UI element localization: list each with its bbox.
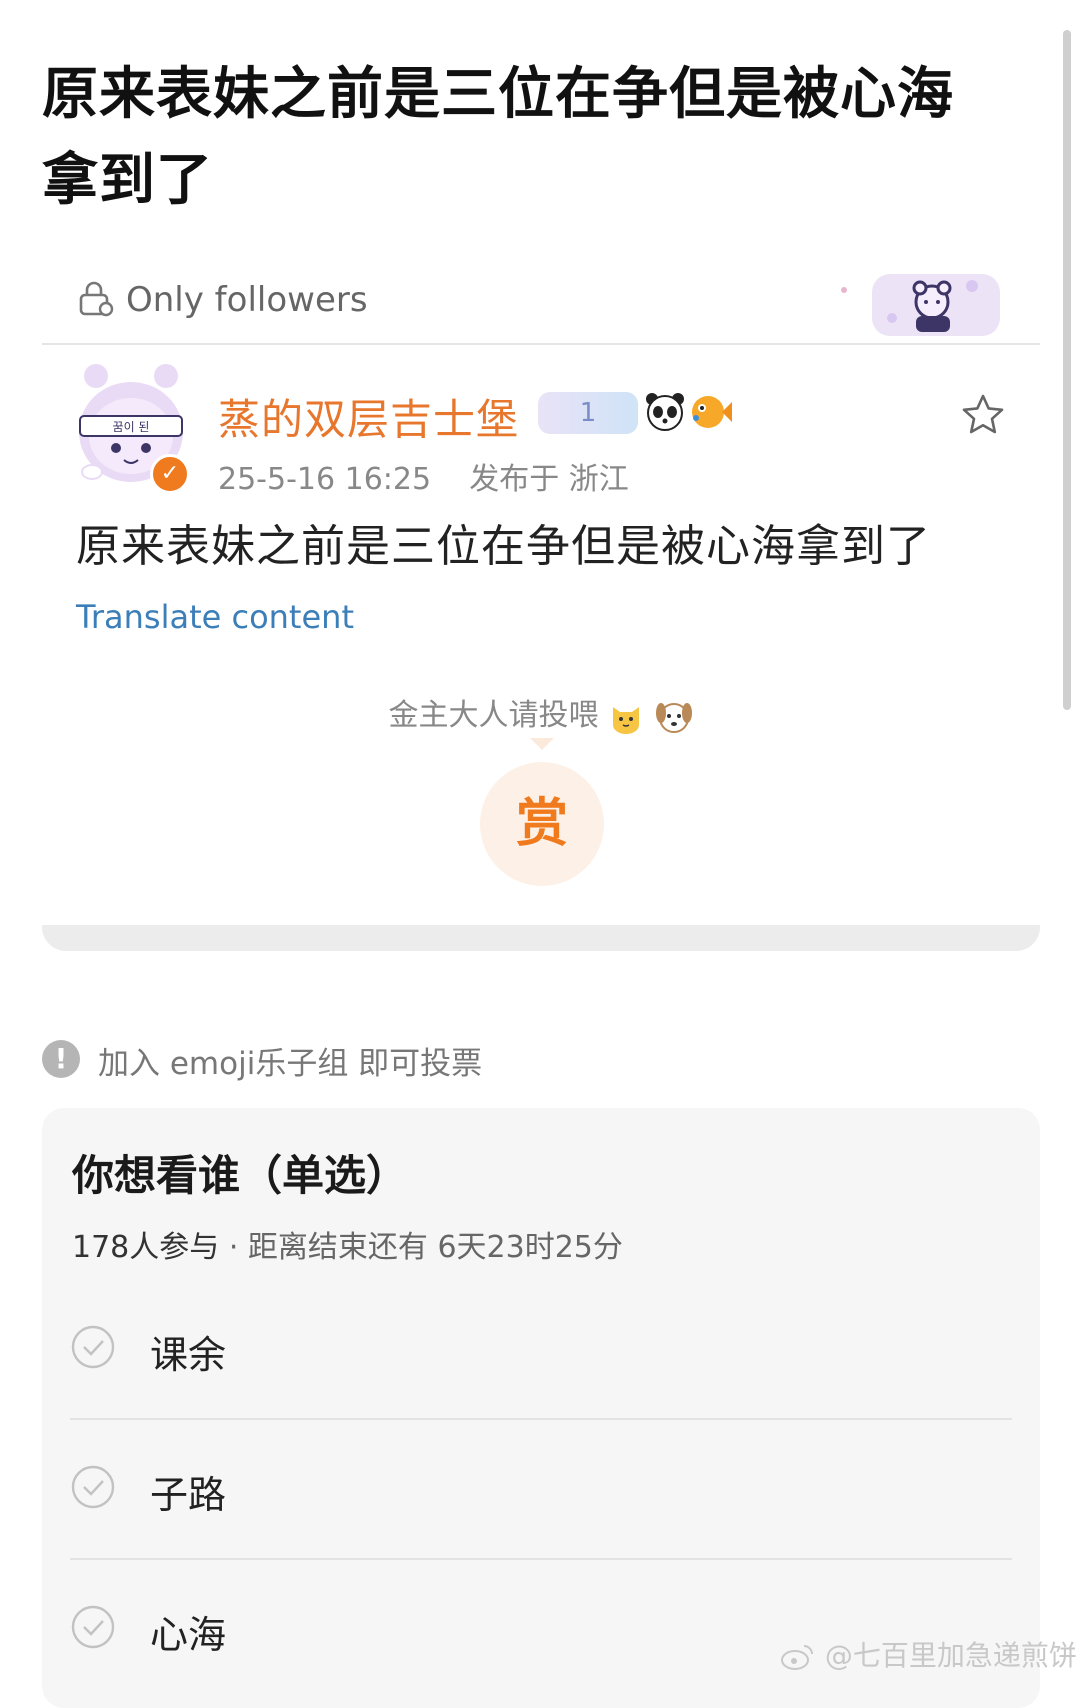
- reward-tip-text: 金主大人请投喂: [388, 698, 599, 733]
- poll-title: 你想看谁（单选）: [72, 1151, 409, 1200]
- poll-meta-separator: ·: [228, 1230, 239, 1265]
- poll-option-label: 心海: [150, 1613, 227, 1657]
- poll-option[interactable]: 子路: [70, 1420, 1012, 1560]
- reward-button[interactable]: 赏: [480, 762, 604, 886]
- weibo-logo-icon: [781, 1645, 813, 1670]
- bear-sticker-icon: [841, 274, 1000, 336]
- visibility-label: Only followers: [126, 280, 368, 320]
- poll-card: 你想看谁（单选） 178人参与 · 距离结束还有 6天23时25分 课余 子路 …: [42, 1108, 1040, 1708]
- watermark-text: @七百里加急递煎饼: [824, 1639, 1077, 1672]
- post-location: 发布于 浙江: [469, 462, 629, 497]
- exclamation-icon: !: [42, 1040, 80, 1078]
- poll-option-label: 子路: [150, 1473, 227, 1517]
- avatar-caption: 꿈이 된: [113, 420, 150, 434]
- vote-notice-text: 加入 emoji乐子组 即可投票: [98, 1046, 483, 1082]
- fan-badge[interactable]: 1: [538, 392, 638, 434]
- post-body: 原来表妹之前是三位在争但是被心海拿到了: [76, 521, 931, 572]
- dog-face-icon: [655, 702, 692, 733]
- poll-participants: 178人参与: [72, 1230, 220, 1265]
- watermark: @七百里加急递煎饼: [780, 1634, 1077, 1674]
- reward-pointer: [530, 738, 554, 750]
- translate-link[interactable]: Translate content: [76, 598, 354, 636]
- blowfish-icon: [692, 396, 732, 428]
- poll-option[interactable]: 课余: [70, 1280, 1012, 1420]
- poll-option[interactable]: 心海: [70, 1560, 1012, 1698]
- post-meta: 25-5-16 16:25 发布于 浙江: [218, 454, 629, 498]
- check-circle-icon: [71, 1465, 115, 1509]
- reward-tip: 金主大人请投喂: [42, 690, 1040, 735]
- post-time: 25-5-16 16:25: [218, 462, 432, 497]
- lock-icon: [79, 281, 114, 317]
- card-divider: [42, 925, 1040, 951]
- check-circle-icon: [71, 1605, 115, 1649]
- visibility-row: Only followers: [42, 240, 1040, 345]
- vote-notice: ! 加入 emoji乐子组 即可投票: [42, 1038, 942, 1082]
- page-title: 原来表妹之前是三位在争但是被心海拿到了: [42, 62, 954, 213]
- scrollbar[interactable]: [1063, 30, 1071, 710]
- cat-face-icon: [613, 706, 639, 734]
- verified-badge-icon: ✓: [150, 454, 190, 494]
- star-icon[interactable]: [960, 392, 1006, 438]
- poll-option-label: 课余: [150, 1333, 227, 1377]
- poll-remaining-time: 距离结束还有 6天23时25分: [247, 1230, 623, 1265]
- panda-icon: [646, 393, 684, 431]
- check-circle-icon: [71, 1325, 115, 1369]
- post-card: Only followers 꿈이 된 ✓ 蒸的双层吉士堡 1 25-5-16 …: [42, 240, 1040, 950]
- username[interactable]: 蒸的双层吉士堡: [218, 386, 519, 447]
- poll-meta: 178人参与 · 距离结束还有 6天23时25分: [72, 1222, 623, 1266]
